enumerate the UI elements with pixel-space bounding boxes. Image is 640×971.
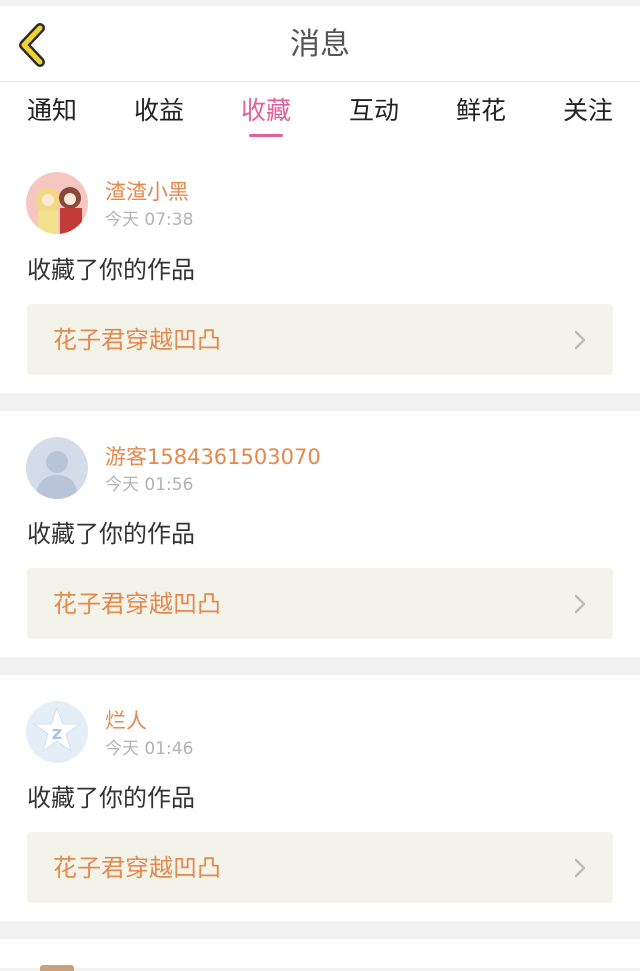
tab-label: 关注 (562, 96, 613, 125)
tab-label: 收益 (133, 96, 184, 125)
message-card: z 烂人 今天 01:46 收藏了你的作品 花子君穿越凹凸 (0, 675, 640, 921)
tab-flowers[interactable]: 鲜花 (431, 94, 531, 128)
svg-text:z: z (52, 723, 62, 744)
work-link[interactable]: 花子君穿越凹凸 (27, 832, 613, 903)
chevron-right-icon (574, 594, 586, 614)
message-card-partial (0, 939, 640, 971)
page-title: 消息 (290, 27, 350, 62)
action-text: 收藏了你的作品 (27, 256, 195, 284)
tab-earnings[interactable]: 收益 (109, 94, 209, 128)
username[interactable]: 游客1584361503070 (105, 443, 321, 471)
work-link[interactable]: 花子君穿越凹凸 (27, 568, 613, 639)
chevron-right-icon (574, 858, 586, 878)
message-card: 游客1584361503070 今天 01:56 收藏了你的作品 花子君穿越凹凸 (0, 411, 640, 657)
timestamp: 今天 01:56 (105, 475, 194, 495)
anime-avatar-icon[interactable] (26, 172, 88, 234)
tab-notifications[interactable]: 通知 (2, 94, 102, 128)
tab-favorites[interactable]: 收藏 (216, 94, 316, 137)
action-text: 收藏了你的作品 (27, 784, 195, 812)
username[interactable]: 渣渣小黑 (105, 178, 189, 206)
tab-label: 鲜花 (455, 96, 506, 125)
work-title: 花子君穿越凹凸 (53, 854, 221, 882)
tab-label: 收藏 (240, 96, 291, 125)
timestamp: 今天 01:46 (105, 739, 194, 759)
qzone-star-avatar-icon[interactable]: z (26, 701, 88, 763)
tab-bar: 通知 收益 收藏 互动 鲜花 关注 (0, 82, 640, 148)
tab-following[interactable]: 关注 (538, 94, 638, 128)
work-title: 花子君穿越凹凸 (53, 590, 221, 618)
action-text: 收藏了你的作品 (27, 520, 195, 548)
username[interactable]: 烂人 (105, 707, 147, 735)
message-card: 渣渣小黑 今天 07:38 收藏了你的作品 花子君穿越凹凸 (0, 148, 640, 393)
tab-interactions[interactable]: 互动 (324, 94, 424, 128)
default-user-avatar-icon[interactable] (26, 437, 88, 499)
avatar-partial (40, 965, 74, 971)
tab-label: 通知 (26, 96, 77, 125)
timestamp: 今天 07:38 (105, 210, 194, 230)
chevron-right-icon (574, 330, 586, 350)
header-bar: 消息 (0, 6, 640, 82)
work-title: 花子君穿越凹凸 (53, 326, 221, 354)
work-link[interactable]: 花子君穿越凹凸 (27, 304, 613, 375)
active-tab-indicator (249, 134, 283, 137)
tab-label: 互动 (348, 96, 399, 125)
